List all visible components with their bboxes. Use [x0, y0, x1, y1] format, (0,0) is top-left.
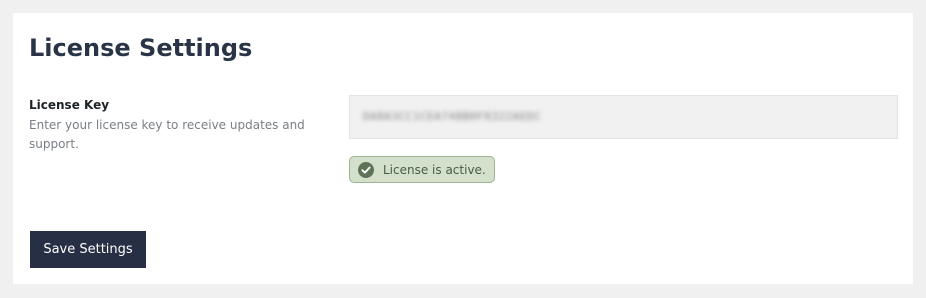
page-title: License Settings — [29, 34, 253, 62]
license-key-label: License Key — [29, 98, 110, 112]
status-badge: License is active. — [349, 156, 495, 183]
license-key-description: Enter your license key to receive update… — [29, 118, 305, 151]
status-text: License is active. — [383, 162, 486, 177]
settings-panel: License Settings License Key Enter your … — [13, 13, 913, 284]
check-circle-icon — [358, 161, 374, 178]
license-key-input[interactable] — [349, 95, 898, 139]
save-settings-button[interactable]: Save Settings — [30, 231, 146, 268]
